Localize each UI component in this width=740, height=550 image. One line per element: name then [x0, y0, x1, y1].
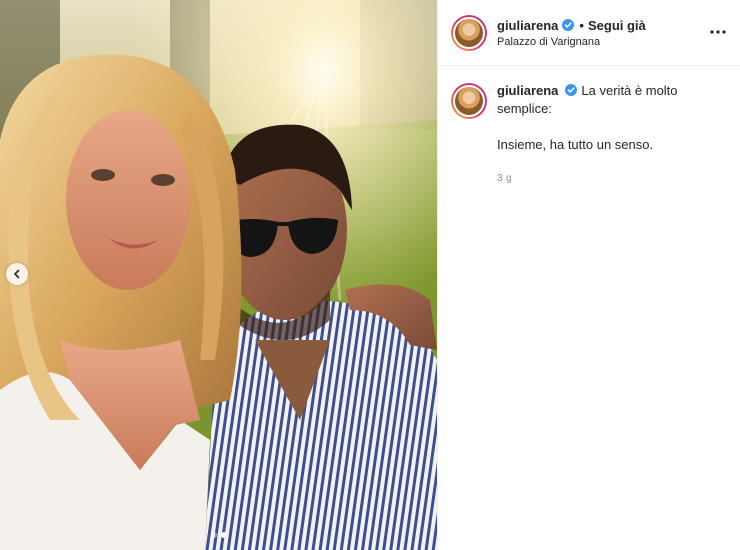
caption-author-avatar[interactable]	[451, 83, 487, 119]
post-side-panel: giuliarena • Segui già Palazzo di Varign…	[437, 0, 740, 550]
instagram-post: giuliarena • Segui già Palazzo di Varign…	[0, 0, 740, 550]
caption-text-2: Insieme, ha tutto un senso.	[497, 137, 654, 152]
caption-username[interactable]: giuliarena	[497, 83, 558, 98]
following-button[interactable]: Segui già	[588, 18, 646, 33]
caption-body: giuliarena La verità è molto semplice: In…	[497, 82, 727, 188]
post-location[interactable]: Palazzo di Varignana	[497, 36, 646, 48]
post-photo-image	[0, 0, 437, 550]
author-info: giuliarena • Segui già Palazzo di Varign…	[497, 18, 646, 48]
verified-badge-icon	[562, 19, 575, 31]
post-photo[interactable]	[0, 0, 437, 550]
avatar-image	[453, 85, 485, 117]
carousel-indicator	[0, 532, 437, 538]
author-username[interactable]: giuliarena	[497, 18, 558, 33]
caption-line-1: giuliarena La verità è molto semplice:	[497, 82, 727, 118]
more-horizontal-icon	[710, 30, 726, 34]
carousel-dot	[210, 532, 217, 538]
avatar-image	[453, 16, 485, 49]
chevron-left-icon	[14, 269, 20, 279]
carousel-dot-active	[220, 532, 227, 538]
author-avatar[interactable]	[451, 14, 487, 51]
post-timestamp[interactable]: 3 g	[497, 170, 727, 188]
author-line: giuliarena • Segui già	[497, 18, 646, 33]
more-options-button[interactable]	[708, 22, 728, 42]
separator-dot: •	[579, 17, 584, 33]
post-header: giuliarena • Segui già Palazzo di Varign…	[438, 0, 740, 66]
caption-comment: giuliarena La verità è molto semplice: In…	[438, 66, 740, 188]
verified-badge-icon	[565, 84, 578, 96]
carousel-prev-button[interactable]	[6, 263, 28, 285]
